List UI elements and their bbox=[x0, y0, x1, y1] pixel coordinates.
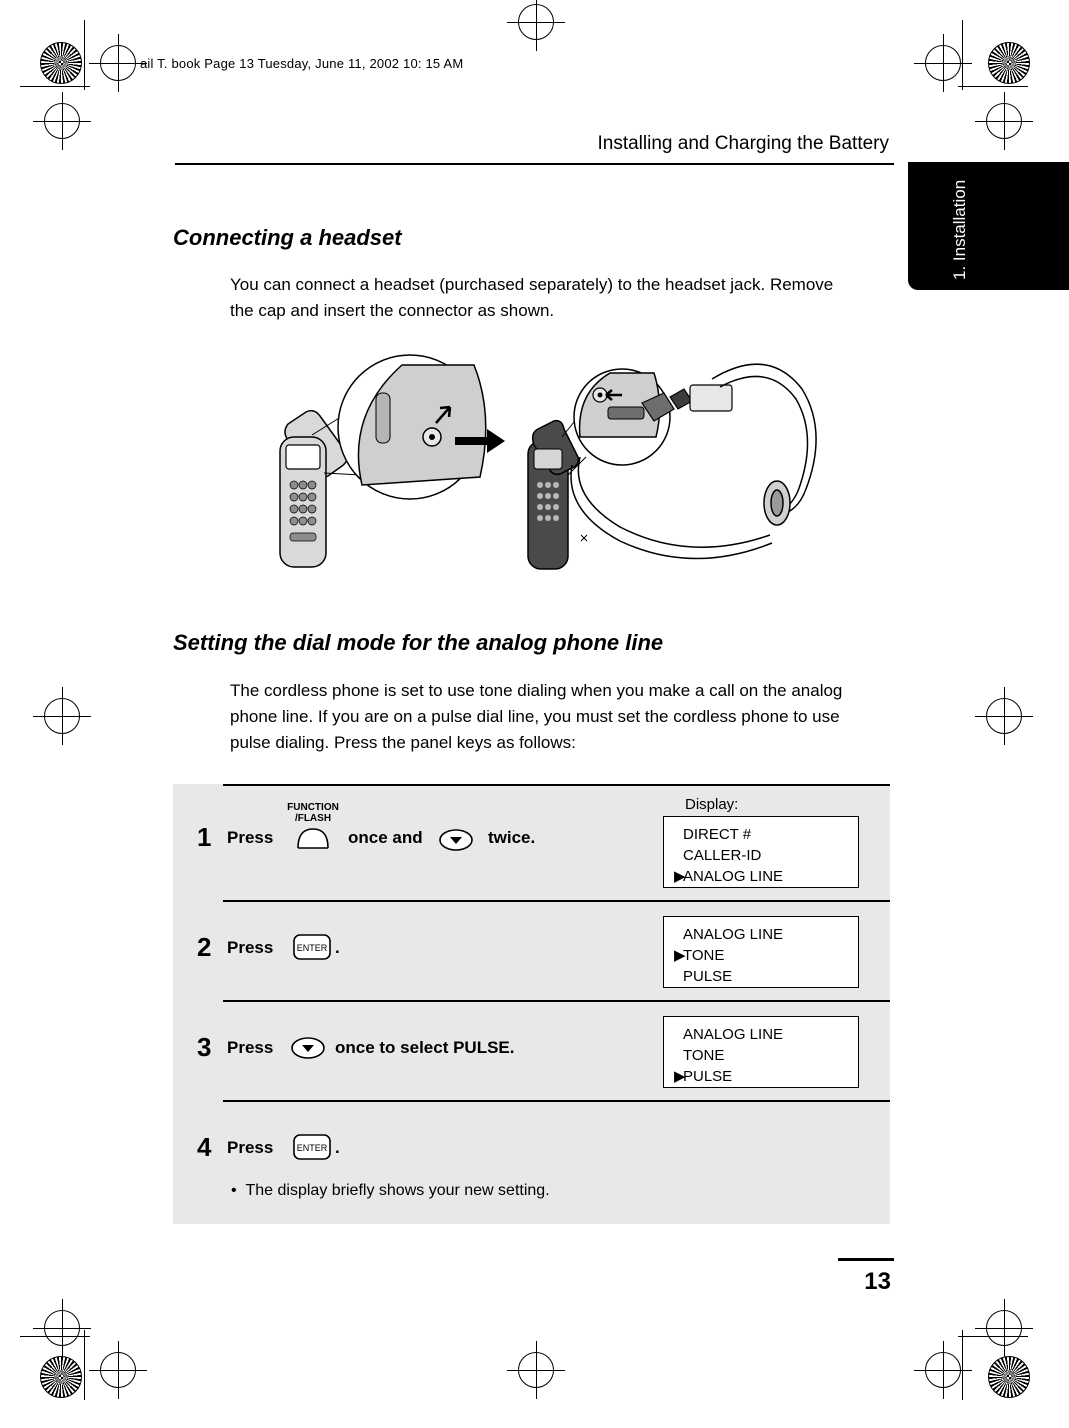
step-text-3-after: once to select PULSE. bbox=[335, 1038, 515, 1057]
crop-line-top bbox=[20, 86, 90, 87]
crop-line-left bbox=[84, 20, 85, 90]
step-number-3: 3 bbox=[197, 1032, 212, 1062]
registration-mark-bottom-right bbox=[975, 1299, 1033, 1357]
page-number: 13 bbox=[864, 1268, 891, 1295]
registration-mark-top-right bbox=[914, 34, 972, 92]
section-body-dialmode: The cordless phone is set to use tone di… bbox=[230, 681, 843, 752]
lcd-display-3: ANALOG LINE TONE ▶PULSE bbox=[663, 1016, 859, 1088]
step-divider-1 bbox=[223, 900, 890, 902]
lcd-line: CALLER-ID bbox=[683, 847, 762, 864]
enter-key-icon-4[interactable]: ENTER bbox=[293, 1134, 331, 1160]
bullet-glyph: • bbox=[231, 1182, 237, 1199]
step-text-1-middle: once and bbox=[348, 828, 423, 847]
section-heading-headset: Connecting a headset bbox=[173, 225, 402, 250]
registration-mark-left-middle bbox=[33, 687, 91, 745]
section-body-headset: You can connect a headset (purchased sep… bbox=[230, 275, 834, 320]
headset-illustration bbox=[250, 345, 830, 595]
registration-hatch-top-right bbox=[988, 42, 1030, 84]
function-flash-key-icon[interactable] bbox=[296, 826, 330, 852]
step-number-4: 4 bbox=[197, 1132, 212, 1162]
step-divider-top bbox=[223, 784, 890, 786]
lcd-arrow-selected: ▶ bbox=[674, 947, 686, 964]
header-rule bbox=[175, 163, 894, 165]
lcd-line: PULSE bbox=[683, 968, 733, 985]
registration-mark-right-upper bbox=[975, 92, 1033, 150]
registration-mark-bottom-left-2 bbox=[89, 1341, 147, 1399]
step-text-2-before: Press bbox=[227, 938, 274, 957]
lcd-display-2: ANALOG LINE ▶TONE PULSE bbox=[663, 916, 859, 988]
lcd-arrow-selected: ▶ bbox=[674, 1068, 686, 1085]
registration-mark-bottom-center bbox=[507, 1341, 565, 1399]
lcd-line: ANALOG LINE bbox=[683, 926, 784, 943]
step-text-3-before: Press bbox=[227, 1038, 274, 1057]
crop-line-bottom-right bbox=[958, 1336, 1028, 1337]
crop-line-left-bottom bbox=[84, 1330, 85, 1400]
crop-line-top-right bbox=[958, 86, 1028, 87]
running-head: Installing and Charging the Battery bbox=[597, 133, 889, 154]
step-number-2: 2 bbox=[197, 932, 212, 962]
lcd-line: ▶PULSE bbox=[674, 1068, 733, 1085]
step-text-1-after: twice. bbox=[488, 828, 536, 847]
display-label: Display: bbox=[685, 796, 739, 813]
lcd-line: ANALOG LINE bbox=[683, 1026, 784, 1043]
lcd-display-1: DIRECT # CALLER-ID ▶ANALOG LINE bbox=[663, 816, 859, 888]
registration-mark-top-center bbox=[507, 0, 565, 51]
step-divider-2 bbox=[223, 1000, 890, 1002]
registration-hatch-top-left bbox=[40, 42, 82, 84]
lcd-line: ▶TONE bbox=[674, 947, 725, 964]
document-page: ail T. book Page 13 Tuesday, June 11, 20… bbox=[0, 0, 1069, 1428]
lcd-line: ▶ANALOG LINE bbox=[674, 868, 784, 885]
svg-text:ENTER: ENTER bbox=[297, 943, 328, 953]
section-heading-dialmode: Setting the dial mode for the analog pho… bbox=[173, 630, 664, 655]
steps-panel: Display: 1 Press FUNCTION /FLASH once an… bbox=[173, 784, 890, 1224]
svg-text:ENTER: ENTER bbox=[297, 1143, 328, 1153]
enter-key-icon-2[interactable]: ENTER bbox=[293, 934, 331, 960]
step-divider-3 bbox=[223, 1100, 890, 1102]
down-arrow-key-icon-1[interactable] bbox=[438, 828, 473, 852]
registration-hatch-bottom-right bbox=[988, 1356, 1030, 1398]
registration-mark-bottom-left bbox=[33, 1299, 91, 1357]
lcd-arrow-selected: ▶ bbox=[674, 868, 686, 885]
registration-hatch-bottom-left bbox=[40, 1356, 82, 1398]
registration-mark-top-left bbox=[89, 34, 147, 92]
step-number-1: 1 bbox=[197, 822, 212, 852]
step-text-4-after: . bbox=[335, 1138, 340, 1157]
step-text-1-before: Press bbox=[227, 828, 274, 847]
lcd-line: TONE bbox=[683, 1047, 725, 1064]
down-arrow-key-icon-3[interactable] bbox=[290, 1036, 325, 1060]
crop-line-right-bottom bbox=[962, 1330, 963, 1400]
function-flash-key-label: FUNCTION /FLASH bbox=[287, 802, 339, 824]
registration-mark-right-middle bbox=[975, 687, 1033, 745]
page-number-rule bbox=[838, 1258, 894, 1261]
lcd-line: DIRECT # bbox=[683, 826, 752, 843]
step-4-bullet: • The display briefly shows your new set… bbox=[231, 1182, 550, 1199]
crop-line-right bbox=[962, 20, 963, 90]
registration-mark-left-upper bbox=[33, 92, 91, 150]
file-path-header: ail T. book Page 13 Tuesday, June 11, 20… bbox=[140, 56, 464, 71]
chapter-tab: 1. Installation bbox=[908, 162, 1069, 290]
step-text-2-after: . bbox=[335, 938, 340, 957]
chapter-tab-label: 1. Installation bbox=[950, 179, 969, 280]
crop-line-bottom bbox=[20, 1336, 90, 1337]
step-text-4-before: Press bbox=[227, 1138, 274, 1157]
registration-mark-bottom-right-2 bbox=[914, 1341, 972, 1399]
